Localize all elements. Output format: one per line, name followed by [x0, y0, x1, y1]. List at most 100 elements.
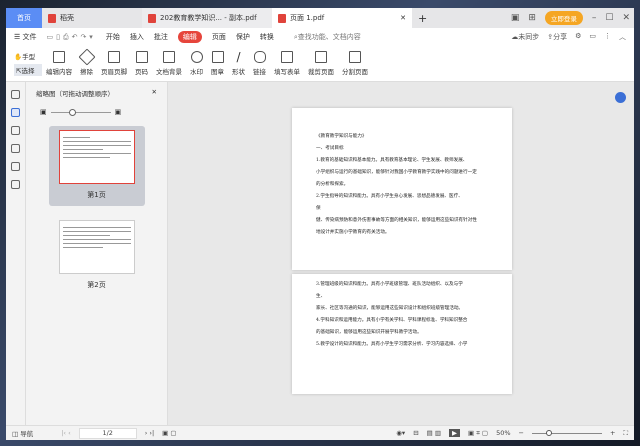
sync-button[interactable]: ☁未同步	[511, 32, 539, 42]
close-panel-icon[interactable]: ✕	[152, 88, 157, 98]
fill-form-button[interactable]: 填写表单	[274, 51, 300, 76]
assistant-button[interactable]	[615, 92, 626, 103]
text-line: 5.教学设计的知识和能力。具有小学生学习需求分析、学习内容选择、小学	[316, 341, 468, 347]
menu-page[interactable]: 页面	[212, 32, 226, 42]
thumbnail-icon[interactable]	[11, 108, 20, 117]
edit-content-button[interactable]: 编辑内容	[46, 51, 72, 76]
fit-width-icon[interactable]: ⊟	[413, 429, 418, 437]
tab-doc2[interactable]: 页面 1.pdf ✕	[272, 8, 412, 28]
zoom-slider[interactable]	[531, 429, 602, 436]
thumbnail-page-1[interactable]: 第1页	[48, 126, 145, 206]
tab-home[interactable]: 首页	[6, 8, 42, 28]
attachment-icon[interactable]	[11, 144, 20, 153]
single-page-icon[interactable]: ▤ ▥	[427, 429, 441, 437]
text-line: 保	[316, 205, 321, 211]
apps-icon[interactable]: ⊞	[528, 13, 536, 23]
bookmark-icon[interactable]	[11, 90, 20, 99]
login-button[interactable]: 立即登录	[544, 11, 583, 25]
tab-doc1[interactable]: 202教育教学知识... - 副本.pdf	[142, 8, 272, 28]
eraser-icon	[78, 48, 95, 66]
menu-protect[interactable]: 保护	[236, 32, 250, 42]
fullscreen-icon[interactable]: ⛶	[623, 429, 634, 438]
new-tab-button[interactable]: +	[412, 8, 433, 28]
signature-icon[interactable]	[11, 162, 20, 171]
share-button[interactable]: ⇪分享	[547, 32, 567, 42]
image-large-icon: ▣	[114, 108, 122, 116]
file-menu[interactable]: ☰ 文件	[14, 32, 37, 42]
layers-icon[interactable]	[11, 180, 20, 189]
document-view[interactable]: 《教育教学知识与能力》 一、考试目标 1.教育的基础知识和基本能力。具有教育基本理论…	[168, 82, 634, 425]
docer-icon	[48, 13, 56, 23]
pdf-icon	[278, 13, 286, 23]
text-line: 的分析和探索。	[316, 181, 349, 187]
link-button[interactable]: 链接	[253, 51, 266, 76]
thumbnail-size-slider[interactable]: ▣ ▣	[40, 108, 153, 116]
form-icon	[281, 51, 293, 63]
minimize-button[interactable]: –	[592, 13, 597, 23]
zoom-in-button[interactable]: +	[610, 429, 615, 437]
header-footer-icon	[108, 51, 120, 63]
view-icons[interactable]: ▣ ▢	[162, 429, 176, 437]
page-label: 第2页	[87, 281, 106, 289]
text-line: 2.学生指导的知识和能力。具有小学生身心发展、思想品德发展、医疗、	[316, 193, 463, 199]
nav-label: 导航	[20, 430, 34, 438]
side-icon-bar	[6, 82, 26, 425]
next-last-page-buttons[interactable]: › ›|	[145, 429, 154, 437]
page-number-input[interactable]: 1/2	[78, 427, 137, 439]
watermark-icon	[190, 51, 203, 63]
erase-button[interactable]: 擦除	[78, 48, 95, 76]
hand-tool[interactable]: ✋手型	[14, 51, 42, 61]
more-icon[interactable]: ⋮	[604, 32, 611, 42]
layout-icon[interactable]: ▣	[511, 13, 520, 23]
edit-icon	[53, 51, 65, 63]
background-button[interactable]: 文档背景	[156, 51, 182, 76]
text-line: 小学组织与运行的基础知识，能够针对我国小学教育教学实践中的问题进行一定	[316, 169, 477, 175]
label: 页眉页脚	[101, 68, 127, 76]
search-input[interactable]: ⌕查找功能、文档内容	[294, 32, 361, 42]
menu-insert[interactable]: 插入	[130, 32, 144, 42]
comment-icon[interactable]: ▭	[589, 32, 596, 42]
menu-annotate[interactable]: 批注	[154, 32, 168, 42]
close-window-button[interactable]: ✕	[622, 13, 630, 23]
split-icon	[349, 51, 361, 63]
watermark-button[interactable]: 水印	[190, 51, 203, 76]
maximize-button[interactable]: ☐	[605, 13, 613, 23]
menu-convert[interactable]: 转换	[260, 32, 274, 42]
stamp-icon	[211, 51, 224, 63]
thumbnail-page-2[interactable]: 第2页	[49, 216, 145, 296]
menu-start[interactable]: 开始	[106, 32, 120, 42]
select-tool[interactable]: ⇱选择	[14, 64, 42, 76]
tab-label: 首页	[17, 14, 31, 22]
tab-docer[interactable]: 稻壳	[42, 8, 142, 28]
text-line: 的基础知识，能够运用这些知识开展学科教学活动。	[316, 329, 422, 335]
toolbar: ✋手型 ⇱选择 编辑内容 擦除 页眉页脚 页码 文档背景 水印 图章 / 形状 链…	[6, 46, 634, 82]
line-icon: /	[236, 50, 241, 64]
menu-bar: ☰ 文件 ▭▯⎙↶↷▾ 开始 插入 批注 编辑 页面 保护 转换 ⌕查找功能、文…	[6, 28, 634, 46]
pdf-page-1: 《教育教学知识与能力》 一、考试目标 1.教育的基础知识和基本能力。具有教育基本理论…	[292, 108, 512, 270]
zoom-level[interactable]: 50%	[496, 429, 510, 437]
hand-label: 手型	[22, 53, 36, 61]
crop-page-button[interactable]: 裁剪页面	[308, 51, 334, 76]
menu-edit[interactable]: 编辑	[177, 31, 202, 43]
first-prev-page-buttons[interactable]: |‹ ‹	[61, 429, 70, 437]
settings-icon[interactable]: ⚙	[575, 32, 581, 42]
page-number-button[interactable]: 页码	[135, 51, 148, 76]
thumbnail-panel: 缩略图（可拖动调整顺序） ✕ ▣ ▣ 第1页 第2页	[26, 82, 168, 425]
shape-button[interactable]: / 形状	[232, 51, 245, 76]
split-page-button[interactable]: 分割页面	[342, 51, 368, 76]
text-line: 一、考试目标	[316, 145, 344, 151]
text-line: 地设计并实施小学教育的有关活动。	[316, 229, 390, 235]
nav-toggle[interactable]: ◫ 导航	[12, 428, 33, 438]
fit-icons[interactable]: ▣ ⌗ ▢	[468, 429, 488, 438]
close-icon[interactable]: ✕	[400, 14, 406, 22]
comment-icon[interactable]	[11, 126, 20, 135]
text-line: 4.学科知识和运用能力。具有小学有关学科、学科课程标准、学科知识整合	[316, 317, 468, 323]
label: 页码	[135, 68, 148, 76]
stamp-button[interactable]: 图章	[211, 51, 224, 76]
quick-access-icons[interactable]: ▭▯⎙↶↷▾	[47, 33, 96, 42]
eye-protect-icon[interactable]: ◉▾	[396, 429, 405, 437]
header-footer-button[interactable]: 页眉页脚	[101, 51, 127, 76]
play-button[interactable]: ▶	[449, 429, 460, 437]
zoom-out-button[interactable]: −	[519, 429, 524, 437]
collapse-icon[interactable]: ︿	[619, 32, 626, 42]
